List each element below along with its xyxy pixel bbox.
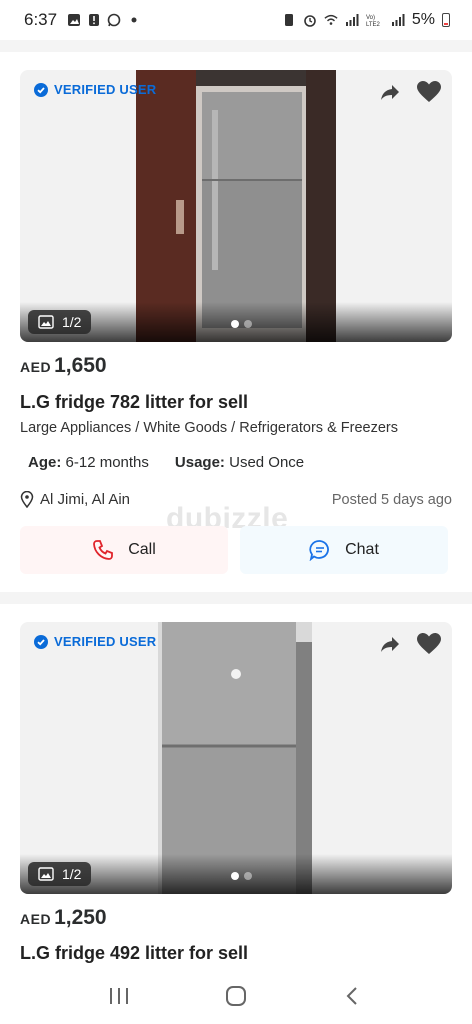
listing-category: Large Appliances / White Goods / Refrige… [20,420,398,436]
back-button[interactable] [338,983,368,1009]
carousel-dot[interactable] [231,872,239,880]
whatsapp-icon [107,13,121,27]
listing-price: AED 1,250 [20,906,107,930]
home-button[interactable] [221,983,251,1009]
carousel-dot[interactable] [244,872,252,880]
carousel-dot[interactable] [244,320,252,328]
status-bar: 6:37 Vo) LTE2 5% [0,0,472,40]
verified-badge: VERIFIED USER [34,82,156,97]
favorite-heart-icon[interactable] [416,80,442,104]
recent-apps-icon [109,988,128,1004]
price-currency: AED [20,911,52,927]
battery-percent: 5% [411,11,435,28]
svg-text:LTE2: LTE2 [366,22,381,27]
signal-icon [345,14,359,26]
attribute-usage: Usage: Used Once [175,454,304,471]
attribute-key: Age: [28,454,62,471]
back-icon [346,987,358,1005]
carousel-dots [231,320,252,328]
verified-check-icon [34,82,48,97]
image-icon [38,867,54,881]
notification-icons [67,13,141,27]
system-icons: Vo) LTE2 5% [282,11,450,29]
location-pin-icon [20,491,34,508]
location-text: Al Jimi, Al Ain [40,491,131,508]
attribute-age: Age: 6-12 months [28,454,149,471]
carousel-dots [231,872,252,880]
attribute-value: 6-12 months [65,454,149,471]
svg-text:Vo): Vo) [366,15,375,21]
image-icon [38,315,54,329]
price-value: 1,650 [54,354,107,377]
section-divider [0,40,472,52]
call-label: Call [128,541,156,558]
listing-photo[interactable]: VERIFIED USER 1/2 [20,622,452,894]
share-icon[interactable] [378,80,402,104]
photo-counter: 1/2 [28,862,92,886]
phone-icon [93,540,114,560]
favorite-heart-icon[interactable] [416,632,442,656]
photo-counter: 1/2 [28,310,92,334]
verified-label: VERIFIED USER [54,82,157,97]
wifi-icon [324,14,338,25]
listing-attributes: Age: 6-12 months Usage: Used Once [28,454,304,471]
price-currency: AED [20,359,52,375]
signal-2-icon [391,14,405,26]
chat-bubble-icon [309,540,329,561]
share-icon[interactable] [378,632,402,656]
photo-counter-text: 1/2 [62,314,82,330]
photo-counter-text: 1/2 [62,866,82,882]
price-value: 1,250 [54,906,107,929]
status-time: 6:37 [24,10,58,29]
listing-photo[interactable]: VERIFIED USER 1/2 [20,70,452,342]
gallery-icon [68,14,81,26]
chat-button[interactable]: Chat [240,526,448,574]
attribute-value: Used Once [229,454,305,471]
battery-icon [442,13,450,27]
battery-saver-icon [284,14,293,26]
alert-icon [89,14,100,26]
attribute-key: Usage: [174,454,225,471]
chat-label: Chat [345,541,379,558]
listing-title[interactable]: L.G fridge 492 litter for sell [20,943,248,964]
carousel-dot[interactable] [231,320,239,328]
verified-badge: VERIFIED USER [34,634,156,649]
system-navigation-bar [0,968,472,1024]
volte-icon: Vo)LTE2 [366,15,381,27]
dot-icon [131,17,137,23]
call-button[interactable]: Call [20,526,228,574]
home-icon [225,986,246,1006]
listing-location: Al Jimi, Al Ain [20,491,130,508]
alarm-icon [304,15,316,27]
recent-apps-button[interactable] [104,983,134,1009]
verified-label: VERIFIED USER [54,634,157,649]
listing-title[interactable]: L.G fridge 782 litter for sell [20,392,248,413]
verified-check-icon [34,634,48,649]
listing-price: AED 1,650 [20,354,107,378]
section-divider [0,592,472,604]
posted-time: Posted 5 days ago [331,492,452,508]
